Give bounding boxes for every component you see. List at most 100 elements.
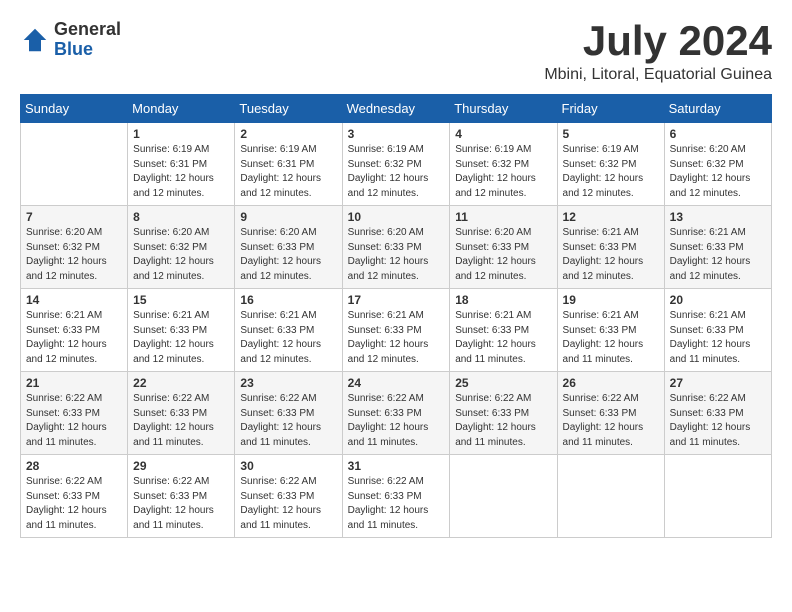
day-number: 25 [455, 376, 551, 390]
calendar-day-cell: 2 Sunrise: 6:19 AMSunset: 6:31 PMDaylight… [235, 123, 342, 206]
logo: General Blue [20, 20, 121, 60]
day-number: 19 [563, 293, 659, 307]
day-info: Sunrise: 6:21 AMSunset: 6:33 PMDaylight:… [563, 309, 659, 367]
calendar-day-cell [557, 455, 664, 538]
day-info: Sunrise: 6:19 AMSunset: 6:31 PMDaylight:… [240, 143, 336, 201]
day-number: 26 [563, 376, 659, 390]
day-number: 13 [670, 210, 766, 224]
day-info: Sunrise: 6:22 AMSunset: 6:33 PMDaylight:… [26, 392, 122, 450]
day-info: Sunrise: 6:21 AMSunset: 6:33 PMDaylight:… [133, 309, 229, 367]
calendar-day-cell [664, 455, 771, 538]
day-number: 27 [670, 376, 766, 390]
calendar-day-cell: 14Sunrise: 6:21 AMSunset: 6:33 PMDayligh… [21, 289, 128, 372]
day-info: Sunrise: 6:20 AMSunset: 6:32 PMDaylight:… [133, 226, 229, 284]
calendar-day-cell: 24Sunrise: 6:22 AMSunset: 6:33 PMDayligh… [342, 372, 450, 455]
day-info: Sunrise: 6:21 AMSunset: 6:33 PMDaylight:… [240, 309, 336, 367]
day-info: Sunrise: 6:19 AMSunset: 6:32 PMDaylight:… [455, 143, 551, 201]
day-info: Sunrise: 6:22 AMSunset: 6:33 PMDaylight:… [133, 475, 229, 533]
calendar-week-row: 28Sunrise: 6:22 AMSunset: 6:33 PMDayligh… [21, 455, 772, 538]
calendar-day-cell: 1Sunrise: 6:19 AMSunset: 6:31 PMDaylight… [128, 123, 235, 206]
day-info: Sunrise: 6:21 AMSunset: 6:33 PMDaylight:… [563, 226, 659, 284]
day-info: Sunrise: 6:20 AMSunset: 6:32 PMDaylight:… [26, 226, 122, 284]
calendar-day-cell: 30 Sunrise: 6:22 AMSunset: 6:33 PMDayligh… [235, 455, 342, 538]
day-info: Sunrise: 6:22 AMSunset: 6:33 PMDaylight:… [240, 475, 336, 533]
logo-general: General [54, 20, 121, 40]
day-info: Sunrise: 6:20 AMSunset: 6:33 PMDaylight:… [455, 226, 551, 284]
calendar-day-cell: 11 Sunrise: 6:20 AMSunset: 6:33 PMDayligh… [450, 206, 557, 289]
calendar-day-cell [21, 123, 128, 206]
day-info: Sunrise: 6:20 AMSunset: 6:32 PMDaylight:… [670, 143, 766, 201]
calendar-day-cell: 12 Sunrise: 6:21 AMSunset: 6:33 PMDayligh… [557, 206, 664, 289]
weekday-header: Thursday [450, 95, 557, 123]
calendar-day-cell: 7 Sunrise: 6:20 AMSunset: 6:32 PMDaylight… [21, 206, 128, 289]
day-info: Sunrise: 6:21 AMSunset: 6:33 PMDaylight:… [348, 309, 445, 367]
day-number: 10 [348, 210, 445, 224]
calendar-table: SundayMondayTuesdayWednesdayThursdayFrid… [20, 94, 772, 538]
day-number: 29 [133, 459, 229, 473]
weekday-header: Monday [128, 95, 235, 123]
day-number: 7 [26, 210, 122, 224]
calendar-day-cell: 22Sunrise: 6:22 AMSunset: 6:33 PMDayligh… [128, 372, 235, 455]
calendar-day-cell: 20Sunrise: 6:21 AMSunset: 6:33 PMDayligh… [664, 289, 771, 372]
calendar-week-row: 7 Sunrise: 6:20 AMSunset: 6:32 PMDaylight… [21, 206, 772, 289]
day-number: 16 [240, 293, 336, 307]
location-subtitle: Mbini, Litoral, Equatorial Guinea [544, 66, 772, 84]
day-info: Sunrise: 6:22 AMSunset: 6:33 PMDaylight:… [670, 392, 766, 450]
day-number: 2 [240, 127, 336, 141]
calendar-day-cell: 13 Sunrise: 6:21 AMSunset: 6:33 PMDayligh… [664, 206, 771, 289]
calendar-day-cell [450, 455, 557, 538]
day-info: Sunrise: 6:20 AMSunset: 6:33 PMDaylight:… [240, 226, 336, 284]
day-info: Sunrise: 6:21 AMSunset: 6:33 PMDaylight:… [670, 226, 766, 284]
day-number: 5 [563, 127, 659, 141]
calendar-day-cell: 28Sunrise: 6:22 AMSunset: 6:33 PMDayligh… [21, 455, 128, 538]
weekday-header: Friday [557, 95, 664, 123]
day-info: Sunrise: 6:19 AMSunset: 6:32 PMDaylight:… [348, 143, 445, 201]
title-block: July 2024 Mbini, Litoral, Equatorial Gui… [544, 20, 772, 84]
calendar-day-cell: 10Sunrise: 6:20 AMSunset: 6:33 PMDayligh… [342, 206, 450, 289]
day-number: 12 [563, 210, 659, 224]
calendar-day-cell: 8 Sunrise: 6:20 AMSunset: 6:32 PMDaylight… [128, 206, 235, 289]
day-number: 31 [348, 459, 445, 473]
day-info: Sunrise: 6:22 AMSunset: 6:33 PMDaylight:… [348, 392, 445, 450]
day-info: Sunrise: 6:22 AMSunset: 6:33 PMDaylight:… [563, 392, 659, 450]
day-number: 3 [348, 127, 445, 141]
day-number: 15 [133, 293, 229, 307]
day-info: Sunrise: 6:21 AMSunset: 6:33 PMDaylight:… [670, 309, 766, 367]
calendar-day-cell: 3 Sunrise: 6:19 AMSunset: 6:32 PMDaylight… [342, 123, 450, 206]
day-number: 6 [670, 127, 766, 141]
calendar-day-cell: 18 Sunrise: 6:21 AMSunset: 6:33 PMDayligh… [450, 289, 557, 372]
logo-blue: Blue [54, 40, 121, 60]
calendar-day-cell: 15 Sunrise: 6:21 AMSunset: 6:33 PMDayligh… [128, 289, 235, 372]
calendar-day-cell: 29 Sunrise: 6:22 AMSunset: 6:33 PMDayligh… [128, 455, 235, 538]
calendar-week-row: 1Sunrise: 6:19 AMSunset: 6:31 PMDaylight… [21, 123, 772, 206]
calendar-day-cell: 4 Sunrise: 6:19 AMSunset: 6:32 PMDaylight… [450, 123, 557, 206]
day-number: 17 [348, 293, 445, 307]
calendar-day-cell: 31 Sunrise: 6:22 AMSunset: 6:33 PMDayligh… [342, 455, 450, 538]
month-year-title: July 2024 [544, 20, 772, 62]
calendar-day-cell: 6 Sunrise: 6:20 AMSunset: 6:32 PMDaylight… [664, 123, 771, 206]
day-info: Sunrise: 6:19 AMSunset: 6:31 PMDaylight:… [133, 143, 229, 201]
day-info: Sunrise: 6:19 AMSunset: 6:32 PMDaylight:… [563, 143, 659, 201]
calendar-day-cell: 23Sunrise: 6:22 AMSunset: 6:33 PMDayligh… [235, 372, 342, 455]
day-number: 18 [455, 293, 551, 307]
day-number: 8 [133, 210, 229, 224]
calendar-week-row: 14Sunrise: 6:21 AMSunset: 6:33 PMDayligh… [21, 289, 772, 372]
day-info: Sunrise: 6:21 AMSunset: 6:33 PMDaylight:… [455, 309, 551, 367]
day-info: Sunrise: 6:22 AMSunset: 6:33 PMDaylight:… [133, 392, 229, 450]
calendar-day-cell: 25Sunrise: 6:22 AMSunset: 6:33 PMDayligh… [450, 372, 557, 455]
day-info: Sunrise: 6:22 AMSunset: 6:33 PMDaylight:… [348, 475, 445, 533]
day-number: 11 [455, 210, 551, 224]
calendar-day-cell: 19 Sunrise: 6:21 AMSunset: 6:33 PMDayligh… [557, 289, 664, 372]
calendar-week-row: 21 Sunrise: 6:22 AMSunset: 6:33 PMDayligh… [21, 372, 772, 455]
calendar-day-cell: 17 Sunrise: 6:21 AMSunset: 6:33 PMDayligh… [342, 289, 450, 372]
day-number: 21 [26, 376, 122, 390]
weekday-header: Sunday [21, 95, 128, 123]
calendar-day-cell: 27 Sunrise: 6:22 AMSunset: 6:33 PMDayligh… [664, 372, 771, 455]
logo-icon [20, 25, 50, 55]
day-number: 4 [455, 127, 551, 141]
day-number: 30 [240, 459, 336, 473]
page-header: General Blue July 2024 Mbini, Litoral, E… [20, 20, 772, 84]
calendar-day-cell: 9Sunrise: 6:20 AMSunset: 6:33 PMDaylight… [235, 206, 342, 289]
weekday-header: Saturday [664, 95, 771, 123]
day-info: Sunrise: 6:21 AMSunset: 6:33 PMDaylight:… [26, 309, 122, 367]
